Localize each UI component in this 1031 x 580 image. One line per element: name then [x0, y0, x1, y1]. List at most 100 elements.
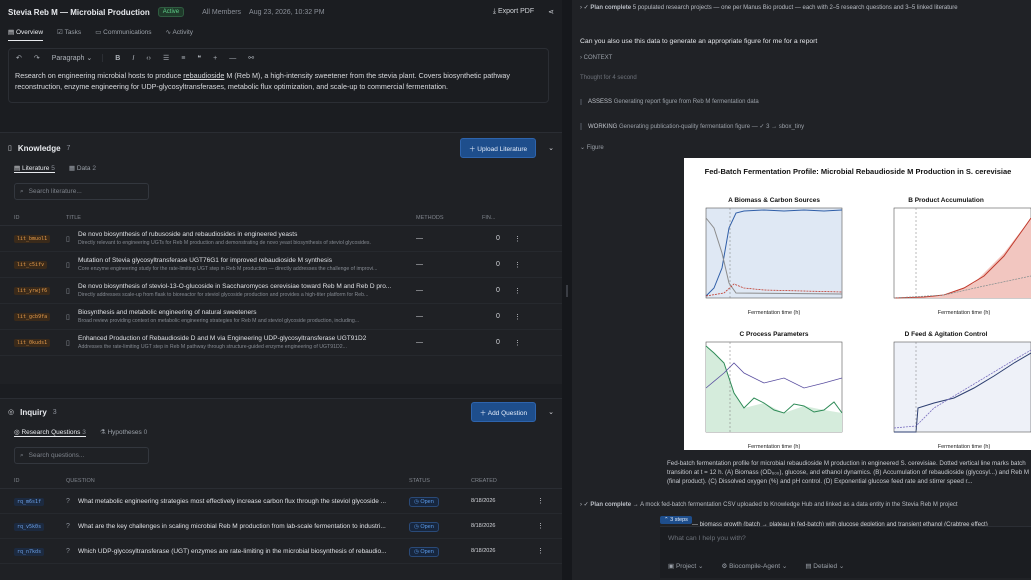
code-icon[interactable]: ‹›	[146, 55, 151, 62]
document-icon: ▯	[66, 261, 70, 269]
plan-complete-summary[interactable]: › ✓ Plan complete 5 populated research p…	[580, 4, 958, 11]
chevron-down-icon[interactable]: ⌄	[548, 144, 554, 152]
chat-input-box[interactable]: What can I help you with? ▣ Project ⌄ ⚙ …	[660, 526, 1031, 578]
panel-a-title: A Biomass & Carbon Sources	[728, 197, 820, 204]
panel-c-title: C Process Parameters	[739, 331, 808, 338]
project-pane: Stevia Reb M — Microbial Production Acti…	[0, 0, 562, 580]
add-question-button[interactable]: ＋ Add Question	[470, 402, 537, 422]
status-badge: ◷ Open	[409, 521, 439, 532]
thought-label: Thought for 4 second	[580, 75, 637, 81]
figure-caption: Fed-batch fermentation profile for micro…	[667, 460, 1030, 485]
document-icon: ▯	[66, 235, 70, 243]
insert-icon[interactable]: +	[213, 55, 217, 62]
panel-b-chart: B Product Accumulation Fermentation time…	[893, 197, 1031, 316]
figure-toggle[interactable]: ⌄ Figure	[580, 144, 604, 151]
panel-d-chart: D Feed & Agitation Control Fermentation …	[893, 331, 1031, 450]
document-icon: ▯	[66, 287, 70, 295]
plan-complete-2[interactable]: › ✓ Plan complete → A mock fed-batch fer…	[580, 501, 958, 508]
tab-literature[interactable]: ▤ Literature 5	[14, 164, 55, 173]
overview-editor[interactable]: ↶ ↷ Paragraph ⌄ B I ‹› ☰ ≡ ❝ + — ⚯ Resea…	[8, 48, 549, 103]
step-working[interactable]: WORKING Generating publication-quality f…	[580, 123, 804, 130]
chat-input[interactable]: What can I help you with?	[660, 527, 1031, 550]
rule-icon[interactable]: —	[229, 55, 236, 62]
members-filter[interactable]: All Members	[202, 9, 241, 16]
knowledge-panel: ▯ Knowledge 7 ＋ Upload Literature ⌄ ▤ Li…	[0, 132, 562, 384]
paragraph-select[interactable]: Paragraph ⌄	[52, 54, 104, 62]
question-row[interactable]: rq_v5k0s ? What are the key challenges i…	[0, 514, 562, 539]
context-toggle[interactable]: › CONTEXT	[580, 55, 612, 61]
tab-hypotheses[interactable]: ⚗ Hypotheses 0	[100, 428, 147, 436]
question-icon: ?	[66, 497, 70, 505]
question-row[interactable]: rq_m6s1f ? What metabolic engineering st…	[0, 489, 562, 514]
row-menu-icon[interactable]: ⋮	[514, 287, 521, 295]
bold-icon[interactable]: B	[115, 55, 120, 62]
editor-toolbar: ↶ ↷ Paragraph ⌄ B I ‹› ☰ ≡ ❝ + — ⚯	[9, 49, 548, 67]
literature-id[interactable]: lit_c5ifv	[14, 261, 48, 269]
literature-row[interactable]: lit_gcb9fa ▯ Biosynthesis and metabolic …	[0, 304, 562, 330]
inquiry-title: Inquiry	[20, 407, 47, 417]
document-icon: ▯	[66, 313, 70, 321]
tab-research-questions[interactable]: ◎ Research Questions 3	[14, 428, 86, 437]
literature-id[interactable]: lit_gcb9fa	[14, 313, 51, 321]
row-menu-icon[interactable]: ⋮	[537, 522, 544, 530]
panel-c-chart: C Process Parameters Fermentation time (…	[705, 331, 843, 450]
bullet-list-icon[interactable]: ☰	[163, 54, 169, 62]
question-search-input[interactable]: ⌕ Search questions...	[14, 447, 149, 464]
row-menu-icon[interactable]: ⋮	[514, 261, 521, 269]
literature-row[interactable]: lit_bmuol1 ▯ De novo biosynthesis of rub…	[0, 226, 562, 252]
tab-data[interactable]: ▦ Data 2	[69, 164, 96, 172]
svg-text:Fermentation time (h): Fermentation time (h)	[748, 310, 801, 316]
status-badge: Active	[157, 7, 185, 17]
row-menu-icon[interactable]: ⋮	[514, 339, 521, 347]
literature-search-input[interactable]: ⌕ Search literature...	[14, 183, 149, 200]
chevron-down-icon[interactable]: ⌄	[548, 408, 554, 416]
literature-id[interactable]: lit_bmuol1	[14, 235, 51, 243]
overview-text: Research on engineering microbial hosts …	[15, 71, 511, 91]
italic-icon[interactable]: I	[132, 55, 134, 62]
pane-divider[interactable]	[562, 0, 572, 580]
row-menu-icon[interactable]: ⋮	[537, 547, 544, 555]
tab-overview[interactable]: ▤ Overview	[8, 28, 44, 41]
literature-row[interactable]: lit_c5ifv ▯ Mutation of Stevia glycosylt…	[0, 252, 562, 278]
project-title: Stevia Reb M — Microbial Production	[8, 7, 150, 17]
step-assess[interactable]: ASSESS Generating report figure from Reb…	[580, 99, 759, 105]
upload-literature-button[interactable]: ＋ Upload Literature	[459, 138, 537, 158]
literature-table-body: lit_bmuol1 ▯ De novo biosynthesis of rub…	[0, 226, 562, 356]
question-id[interactable]: rq_m6s1f	[14, 497, 45, 506]
quote-icon[interactable]: ❝	[197, 54, 201, 62]
panel-a-chart: A Biomass & Carbon Sources Fermentation …	[705, 197, 843, 316]
row-menu-icon[interactable]: ⋮	[537, 497, 544, 505]
share-icon[interactable]: ⋖	[548, 8, 554, 16]
inquiry-count: 3	[52, 408, 57, 416]
link-icon[interactable]: ⚯	[248, 54, 254, 62]
export-pdf-button[interactable]: ⤓ Export PDF	[493, 8, 534, 16]
question-row[interactable]: rq_n7kds ? Which UDP-glycosyltransferase…	[0, 539, 562, 564]
search-icon: ⌕	[20, 451, 24, 459]
search-icon: ⌕	[20, 187, 24, 195]
row-menu-icon[interactable]: ⋮	[514, 313, 521, 321]
agent-selector[interactable]: ⚙ Biocompile-Agent ⌄	[721, 562, 787, 570]
question-icon: ?	[66, 522, 70, 530]
question-id[interactable]: rq_n7kds	[14, 547, 45, 556]
row-menu-icon[interactable]: ⋮	[514, 235, 521, 243]
redo-icon[interactable]: ↷	[34, 54, 40, 62]
literature-row[interactable]: lit_0kuds1 ▯ Enhanced Production of Reba…	[0, 330, 562, 356]
question-id[interactable]: rq_v5k0s	[14, 522, 45, 531]
undo-icon[interactable]: ↶	[16, 54, 22, 62]
panel-d-title: D Feed & Agitation Control	[905, 331, 988, 338]
tab-activity[interactable]: ∿ Activity	[166, 28, 194, 41]
question-table-header: ID QUESTION STATUS CREATED	[0, 473, 562, 489]
literature-row[interactable]: lit_yrwjf6 ▯ De novo biosynthesis of ste…	[0, 278, 562, 304]
detail-selector[interactable]: ▤ Detailed ⌄	[805, 562, 844, 570]
tab-tasks[interactable]: ☑ Tasks	[57, 28, 81, 41]
tab-communications[interactable]: ▭ Communications	[95, 28, 151, 41]
steps-chip[interactable]: ⌃ 3 steps	[660, 516, 692, 524]
inquiry-icon: ◎	[8, 409, 15, 416]
panel-b-title: B Product Accumulation	[908, 197, 984, 204]
project-selector[interactable]: ▣ Project ⌄	[668, 562, 703, 570]
literature-id[interactable]: lit_0kuds1	[14, 339, 51, 347]
literature-id[interactable]: lit_yrwjf6	[14, 287, 51, 295]
status-badge: ◷ Open	[409, 496, 439, 507]
svg-text:Fermentation time (h): Fermentation time (h)	[748, 444, 801, 450]
numbered-list-icon[interactable]: ≡	[181, 55, 185, 62]
